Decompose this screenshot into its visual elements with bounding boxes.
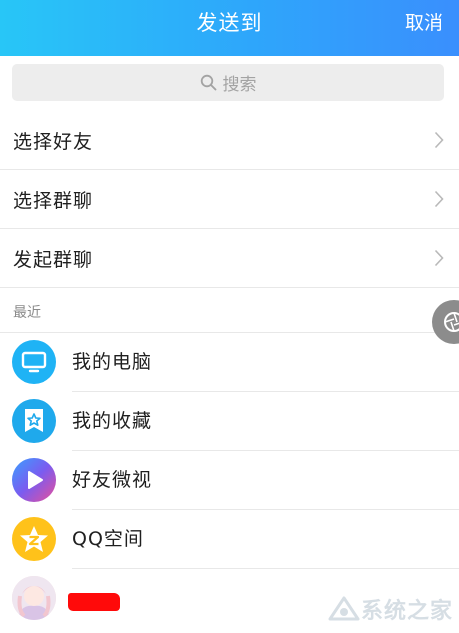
contact-name: 我的收藏 xyxy=(72,410,153,432)
list-item-my-favorites[interactable]: 我的收藏 xyxy=(0,392,459,450)
recent-section-label: 最近 xyxy=(13,305,41,321)
list-item-qzone[interactable]: QQ空间 xyxy=(0,510,459,568)
computer-icon xyxy=(12,340,56,384)
page-title: 发送到 xyxy=(196,11,263,35)
select-friend-label: 选择好友 xyxy=(13,130,94,153)
contact-name: 我的电脑 xyxy=(72,351,153,373)
list-item-my-computer[interactable]: 我的电脑 xyxy=(0,333,459,391)
search-bar: 搜索 xyxy=(0,56,459,110)
watermark-logo-icon xyxy=(328,596,360,621)
watermark: 系统之家 xyxy=(327,593,453,625)
select-group-row[interactable]: 选择群聊 xyxy=(0,170,459,228)
watermark-text: 系统之家 xyxy=(360,599,453,624)
qzone-star-icon xyxy=(12,517,56,561)
shutter-icon xyxy=(444,312,459,332)
contact-name: QQ空间 xyxy=(72,528,144,550)
select-friend-row[interactable]: 选择好友 xyxy=(0,111,459,169)
recent-section-header: 最近 xyxy=(0,288,459,332)
search-placeholder: 搜索 xyxy=(222,75,257,95)
chevron-right-icon xyxy=(434,131,444,149)
contact-name: 好友微视 xyxy=(72,469,153,491)
start-group-chat-label: 发起群聊 xyxy=(13,248,94,271)
cancel-button[interactable]: 取消 xyxy=(405,0,443,48)
user-avatar xyxy=(12,576,56,620)
start-group-chat-row[interactable]: 发起群聊 xyxy=(0,229,459,287)
redaction-mark xyxy=(68,593,120,611)
favorites-icon xyxy=(12,399,56,443)
chevron-right-icon xyxy=(434,249,444,267)
list-item-weishi[interactable]: 好友微视 xyxy=(0,451,459,509)
title-bar: 发送到 取消 xyxy=(0,0,459,56)
weishi-icon xyxy=(12,458,56,502)
search-input[interactable]: 搜索 xyxy=(12,64,444,101)
select-group-label: 选择群聊 xyxy=(13,189,94,212)
chevron-right-icon xyxy=(434,190,444,208)
search-icon xyxy=(200,74,216,91)
